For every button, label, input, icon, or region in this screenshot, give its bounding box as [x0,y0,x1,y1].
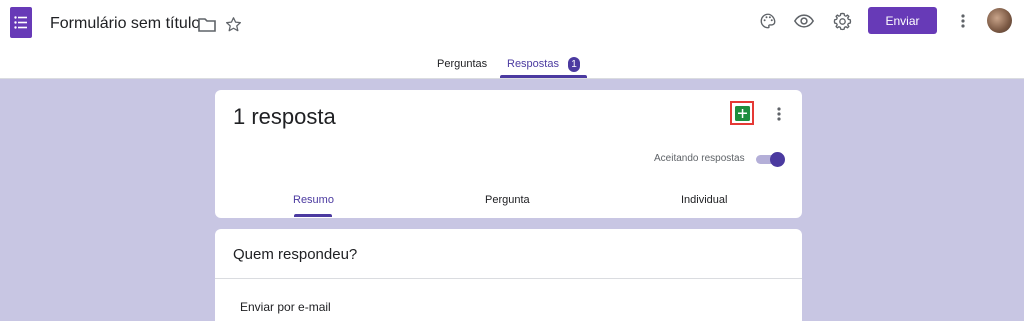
subtab-question[interactable]: Pergunta [485,194,530,206]
more-vert-icon[interactable] [767,102,791,126]
sheets-link-button[interactable] [730,101,754,125]
accepting-responses-toggle[interactable] [756,152,785,167]
responses-count-badge: 1 [568,57,580,72]
toggle-thumb [770,152,785,167]
accepting-responses-label: Aceitando respostas [654,153,745,164]
palette-icon[interactable] [754,7,782,35]
subtab-individual[interactable]: Individual [681,194,727,206]
active-subtab-indicator [294,214,332,217]
eye-icon[interactable] [790,7,818,35]
send-button[interactable]: Enviar [868,7,937,34]
tab-responses[interactable]: Respostas [507,58,559,70]
gear-icon[interactable] [828,7,856,35]
more-vert-icon[interactable] [949,7,977,35]
who-responded-title: Quem respondeu? [233,246,358,263]
who-responded-card: Quem respondeu? Enviar por e-mail [215,229,802,321]
forms-logo-icon[interactable] [10,7,32,38]
subtab-summary[interactable]: Resumo [293,194,334,206]
star-icon[interactable] [219,10,247,38]
tab-questions[interactable]: Perguntas [437,58,487,70]
divider [215,278,802,279]
form-title[interactable]: Formulário sem título [50,15,200,33]
avatar[interactable] [987,8,1012,33]
top-bar: Formulário sem título Enviar Perguntas R… [0,0,1024,79]
responses-summary-card: 1 resposta Aceitando respostas Resumo Pe… [215,90,802,218]
folder-icon[interactable] [193,10,221,38]
send-by-email-label: Enviar por e-mail [240,300,331,314]
response-count-title: 1 resposta [233,104,336,129]
active-tab-indicator [500,75,587,78]
sheets-icon [734,105,750,121]
